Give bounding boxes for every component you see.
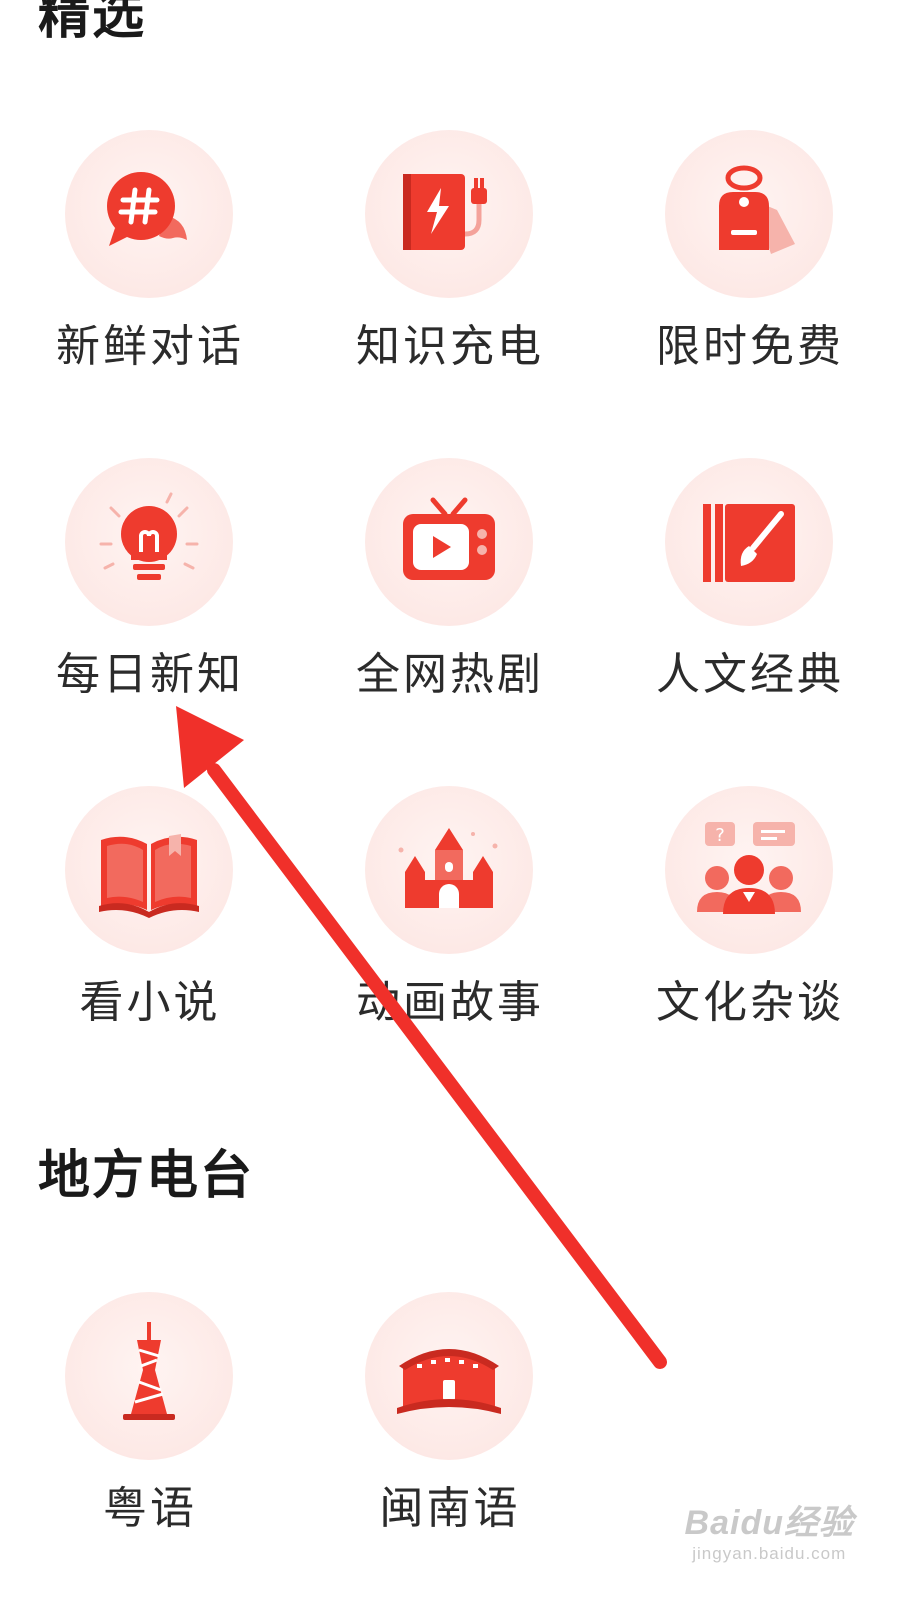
chat-hashtag-icon bbox=[107, 172, 187, 246]
tile-label: 粤语 bbox=[103, 1483, 197, 1534]
tile-icon-circle bbox=[665, 458, 833, 626]
tile-icon-circle bbox=[365, 130, 533, 298]
local-tile-cantonese[interactable]: 粤语 bbox=[0, 1292, 300, 1592]
watermark-brand: Baidu经验 bbox=[684, 1504, 854, 1542]
baidu-jingyan-watermark: Baidu经验 jingyan.baidu.com bbox=[685, 1495, 854, 1564]
tile-icon-circle bbox=[365, 1292, 533, 1460]
tile-icon-circle bbox=[65, 1292, 233, 1460]
tile-icon-circle bbox=[65, 458, 233, 626]
tile-label: 新鲜对话 bbox=[56, 321, 244, 372]
canton-tower-icon bbox=[123, 1322, 175, 1420]
watermark-url: jingyan.baidu.com bbox=[692, 1544, 847, 1563]
category-tile-hot-dramas[interactable]: 全网热剧 bbox=[300, 458, 600, 758]
tile-icon-circle bbox=[65, 130, 233, 298]
tile-label: 文化杂谈 bbox=[656, 977, 844, 1028]
category-tile-animated-stories[interactable]: 动画故事 bbox=[300, 786, 600, 1086]
tile-label: 闽南语 bbox=[379, 1483, 521, 1534]
category-tile-culture-talk[interactable]: ? 文化杂谈 bbox=[600, 786, 900, 1086]
tile-label: 全网热剧 bbox=[356, 649, 544, 700]
tile-label: 看小说 bbox=[79, 977, 221, 1028]
category-tile-fresh-dialogue[interactable]: 新鲜对话 bbox=[0, 130, 300, 430]
castle-icon bbox=[398, 828, 498, 908]
category-tile-daily-knowledge[interactable]: 每日新知 bbox=[0, 458, 300, 758]
tv-play-icon bbox=[403, 497, 495, 580]
category-tile-limited-free[interactable]: 限时免费 bbox=[600, 130, 900, 430]
category-tile-humanities-classics[interactable]: 人文经典 bbox=[600, 458, 900, 758]
tile-label: 动画故事 bbox=[356, 977, 544, 1028]
svg-text:?: ? bbox=[715, 825, 725, 846]
tile-label: 限时免费 bbox=[656, 321, 844, 372]
tile-label: 人文经典 bbox=[656, 649, 844, 700]
section-title-local-radio: 地方电台 bbox=[38, 1146, 255, 1206]
section-title-featured: 精选 bbox=[38, 0, 147, 46]
open-book-icon bbox=[99, 834, 199, 918]
tile-icon-circle bbox=[665, 130, 833, 298]
tile-icon-circle: ? bbox=[665, 786, 833, 954]
category-tile-novels[interactable]: 看小说 bbox=[0, 786, 300, 1086]
local-tile-minnan[interactable]: 闽南语 bbox=[300, 1292, 600, 1592]
tile-label: 每日新知 bbox=[56, 649, 244, 700]
book-brush-icon bbox=[703, 504, 795, 582]
light-bulb-icon bbox=[99, 492, 199, 580]
tile-icon-circle bbox=[365, 458, 533, 626]
book-charger-icon bbox=[403, 174, 487, 250]
price-tag-icon bbox=[719, 165, 795, 254]
category-tile-knowledge-charge[interactable]: 知识充电 bbox=[300, 130, 600, 430]
tulou-building-icon bbox=[397, 1349, 501, 1414]
tile-icon-circle bbox=[65, 786, 233, 954]
tile-label: 知识充电 bbox=[356, 321, 544, 372]
discussion-people-icon: ? bbox=[697, 822, 801, 914]
tile-icon-circle bbox=[365, 786, 533, 954]
